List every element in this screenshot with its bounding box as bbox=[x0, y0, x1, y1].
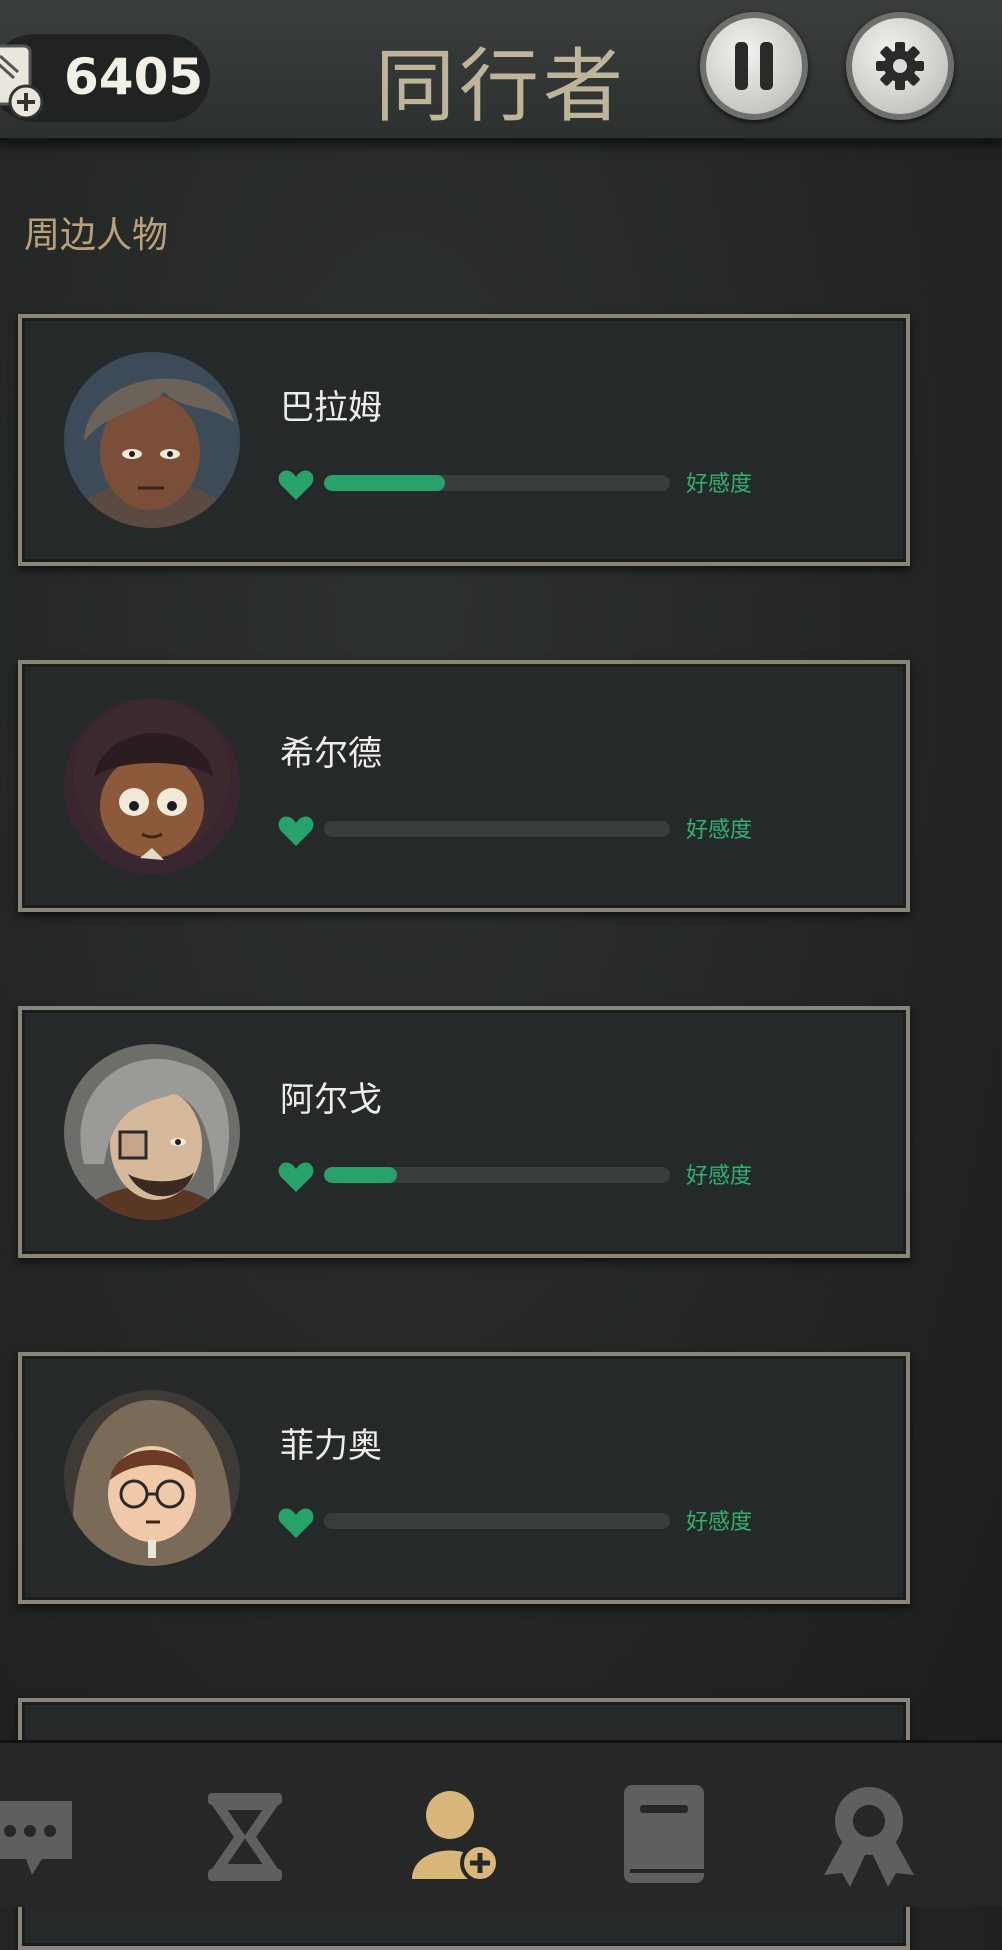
nav-chat[interactable] bbox=[0, 1779, 102, 1889]
pause-button[interactable] bbox=[700, 12, 808, 120]
nav-companions[interactable] bbox=[400, 1779, 510, 1889]
nav-achievements[interactable] bbox=[814, 1779, 924, 1889]
companion-card[interactable]: 巴拉姆 好感度 bbox=[18, 314, 910, 566]
chat-icon bbox=[0, 1801, 72, 1875]
heart-icon bbox=[278, 816, 314, 846]
settings-button[interactable] bbox=[846, 12, 954, 120]
affection-label: 好感度 bbox=[686, 1510, 753, 1535]
affection-bar bbox=[324, 821, 670, 837]
heart-icon bbox=[278, 1162, 314, 1192]
companion-name: 希尔德 bbox=[280, 734, 382, 774]
gear-icon bbox=[876, 42, 924, 90]
add-companion-icon bbox=[412, 1791, 500, 1883]
heart-icon bbox=[278, 470, 314, 500]
affection-label: 好感度 bbox=[686, 1164, 753, 1189]
affection-label: 好感度 bbox=[686, 818, 753, 843]
companion-avatar bbox=[64, 1044, 240, 1220]
companion-avatar bbox=[64, 352, 240, 528]
section-heading: 周边人物 bbox=[24, 215, 169, 256]
nav-journal[interactable] bbox=[610, 1779, 720, 1889]
companion-card[interactable]: 希尔德 好感度 bbox=[18, 660, 910, 912]
hourglass-icon bbox=[208, 1793, 282, 1881]
companion-name: 菲力奥 bbox=[280, 1426, 382, 1466]
bottom-nav bbox=[0, 1740, 1002, 1907]
book-icon bbox=[624, 1785, 704, 1883]
companion-card[interactable]: 阿尔戈 好感度 bbox=[18, 1006, 910, 1258]
pause-icon bbox=[735, 42, 773, 90]
top-bar: 6405 同行者 bbox=[0, 0, 1002, 141]
ribbon-badge-icon bbox=[824, 1787, 914, 1887]
affection-label: 好感度 bbox=[686, 472, 753, 497]
heart-icon bbox=[278, 1508, 314, 1538]
affection-bar-fill bbox=[324, 1167, 397, 1183]
affection-bar bbox=[324, 475, 670, 491]
companion-avatar bbox=[64, 1390, 240, 1566]
affection-bar-fill bbox=[324, 475, 446, 491]
companion-name: 巴拉姆 bbox=[280, 388, 382, 428]
companion-avatar bbox=[64, 698, 240, 874]
companion-name: 阿尔戈 bbox=[280, 1080, 382, 1120]
affection-bar bbox=[324, 1167, 670, 1183]
affection-bar bbox=[324, 1513, 670, 1529]
companion-card[interactable]: 菲力奥 好感度 bbox=[18, 1352, 910, 1604]
nav-time[interactable] bbox=[190, 1779, 300, 1889]
